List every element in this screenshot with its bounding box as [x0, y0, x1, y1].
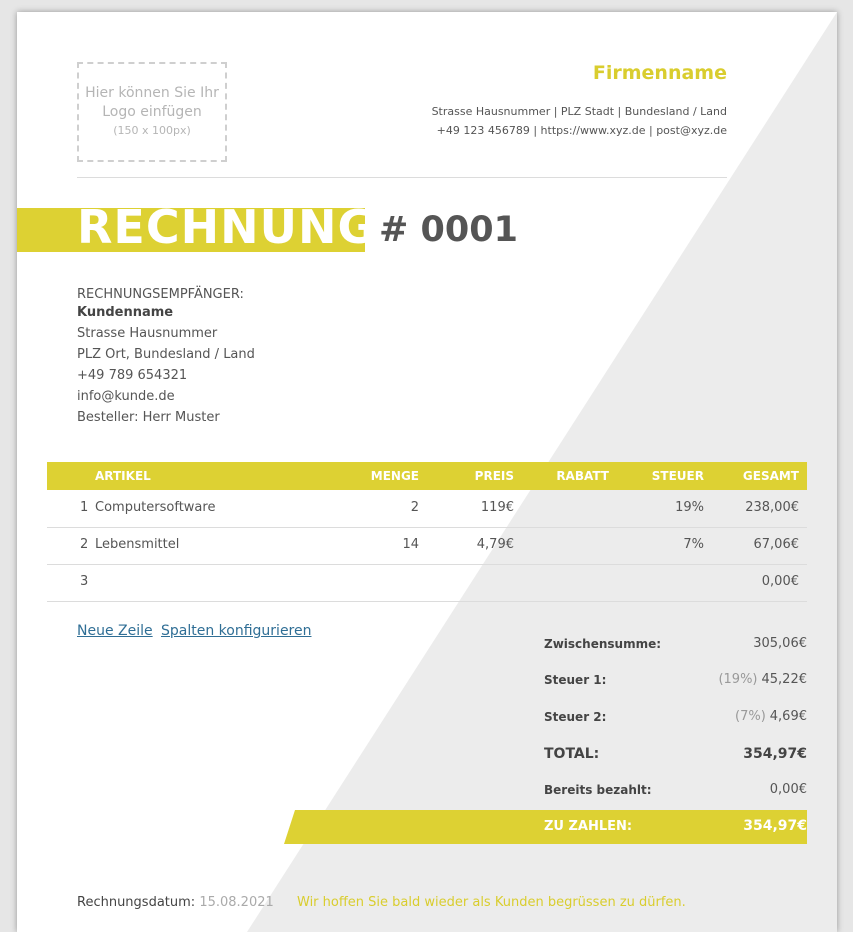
recipient-phone[interactable]: +49 789 654321	[77, 365, 255, 386]
row-total: 0,00€	[761, 574, 799, 589]
new-row-link[interactable]: Neue Zeile	[77, 623, 153, 639]
recipient-name[interactable]: Kundenname	[77, 302, 255, 323]
amount-due-value: 354,97€	[743, 818, 807, 834]
row-price[interactable]: 4,79€	[477, 537, 514, 552]
invoice-number[interactable]: # 0001	[379, 210, 518, 250]
amount-due-label: ZU ZAHLEN:	[544, 819, 633, 834]
invoice-date[interactable]: Rechnungsdatum: 15.08.2021	[77, 895, 274, 910]
row-item[interactable]: Computersoftware	[95, 500, 215, 515]
tax1-rate: (19%)	[718, 672, 758, 687]
row-price[interactable]: 119€	[481, 500, 514, 515]
row-qty[interactable]: 14	[402, 537, 419, 552]
recipient-street[interactable]: Strasse Hausnummer	[77, 323, 255, 344]
header-tax: STEUER	[651, 469, 704, 483]
row-item[interactable]: Lebensmittel	[95, 537, 179, 552]
configure-columns-link[interactable]: Spalten konfigurieren	[161, 623, 312, 639]
header-discount: RABATT	[556, 469, 609, 483]
logo-hint-line2: Logo einfügen	[102, 104, 202, 120]
row-tax[interactable]: 7%	[683, 537, 704, 552]
table-header: ARTIKEL MENGE PREIS RABATT STEUER GESAMT	[47, 462, 807, 490]
invoice-title: RECHNUNG	[77, 200, 377, 254]
header-total: GESAMT	[742, 469, 799, 483]
row-number: 3	[80, 574, 89, 589]
total-label: TOTAL:	[544, 746, 600, 762]
row-total: 238,00€	[745, 500, 799, 515]
recipient-block[interactable]: RECHNUNGSEMPFÄNGER: Kundenname Strasse H…	[77, 284, 255, 428]
table-row[interactable]: 2 Lebensmittel 14 4,79€ 7% 67,06€	[47, 527, 807, 565]
company-address[interactable]: Strasse Hausnummer | PLZ Stadt | Bundesl…	[432, 105, 727, 118]
subtotal-value: 305,06€	[753, 636, 807, 651]
row-number: 2	[80, 537, 89, 552]
recipient-orderer[interactable]: Besteller: Herr Muster	[77, 407, 255, 428]
table-row[interactable]: 3 0,00€	[47, 564, 807, 602]
recipient-email[interactable]: info@kunde.de	[77, 386, 255, 407]
company-contact[interactable]: +49 123 456789 | https://www.xyz.de | po…	[437, 124, 727, 137]
company-name[interactable]: Firmenname	[593, 62, 727, 84]
invoice-date-value[interactable]: 15.08.2021	[199, 895, 273, 910]
header-item: ARTIKEL	[95, 469, 151, 483]
closing-message[interactable]: Wir hoffen Sie bald wieder als Kunden be…	[297, 895, 686, 910]
header-qty: MENGE	[370, 469, 419, 483]
recipient-city[interactable]: PLZ Ort, Bundesland / Land	[77, 344, 255, 365]
tax2-amount: (7%) 4,69€	[735, 709, 807, 724]
row-number: 1	[80, 500, 89, 515]
logo-size-hint: (150 x 100px)	[113, 124, 191, 137]
invoice-date-label: Rechnungsdatum:	[77, 895, 196, 910]
paid-label: Bereits bezahlt:	[544, 783, 652, 797]
paid-value[interactable]: 0,00€	[770, 782, 807, 797]
tax1-amount: (19%) 45,22€	[718, 672, 807, 687]
header-price: PREIS	[474, 469, 514, 483]
invoice-page: Hier können Sie Ihr Logo einfügen (150 x…	[17, 12, 837, 932]
tax2-label: Steuer 2:	[544, 710, 607, 724]
logo-placeholder[interactable]: Hier können Sie Ihr Logo einfügen (150 x…	[77, 62, 227, 162]
subtotal-label: Zwischensumme:	[544, 637, 662, 651]
total-value: 354,97€	[743, 746, 807, 762]
tax1-value: 45,22€	[761, 672, 808, 687]
header-divider	[77, 177, 727, 178]
row-qty[interactable]: 2	[411, 500, 419, 515]
table-row[interactable]: 1 Computersoftware 2 119€ 19% 238,00€	[47, 490, 807, 528]
row-total: 67,06€	[753, 537, 800, 552]
tax2-value: 4,69€	[769, 709, 807, 724]
logo-hint-line1: Hier können Sie Ihr	[85, 85, 219, 101]
tax2-rate: (7%)	[735, 709, 766, 724]
tax1-label: Steuer 1:	[544, 673, 607, 687]
row-tax[interactable]: 19%	[675, 500, 704, 515]
